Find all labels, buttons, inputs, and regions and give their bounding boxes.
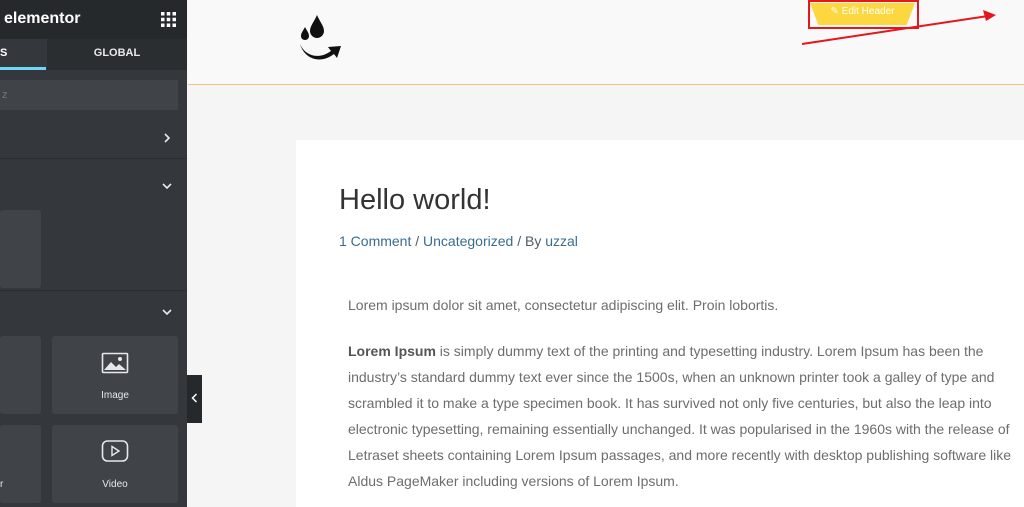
- category-row-basic[interactable]: [0, 294, 187, 330]
- active-tab-indicator: [0, 67, 46, 70]
- post-paragraph-2: Lorem Ipsum is simply dummy text of the …: [348, 338, 1024, 494]
- post-meta: 1 Comment / Uncategorized / By uzzal: [339, 233, 578, 249]
- widget-video[interactable]: Video: [52, 425, 178, 503]
- section-divider: [0, 158, 187, 159]
- tab-elements[interactable]: S: [0, 39, 46, 70]
- paragraph-body: is simply dummy text of the printing and…: [348, 343, 1012, 489]
- widget-image[interactable]: Image: [52, 336, 178, 414]
- category-row-collapsed[interactable]: [0, 120, 187, 156]
- tab-global[interactable]: GLOBAL: [47, 39, 187, 70]
- widget-search-input[interactable]: [0, 80, 178, 110]
- meta-separator-by: / By: [513, 233, 546, 249]
- chevron-left-icon: [191, 393, 198, 403]
- widget-video-label: Video: [102, 479, 128, 490]
- widget-card-partial[interactable]: [0, 336, 41, 414]
- post-article: Hello world! 1 Comment / Uncategorized /…: [296, 140, 1024, 507]
- paragraph-bold-lead: Lorem Ipsum: [348, 343, 436, 359]
- panel-header: elementor: [0, 0, 187, 39]
- site-logo-icon[interactable]: [297, 13, 347, 65]
- widget-card-partial[interactable]: [0, 210, 41, 288]
- widget-card-partial[interactable]: r: [0, 425, 41, 503]
- chevron-down-icon: [162, 309, 172, 316]
- elementor-logo: elementor: [4, 10, 81, 27]
- section-divider: [0, 290, 187, 291]
- chevron-down-icon: [162, 183, 172, 190]
- red-highlight-box: [808, 0, 919, 29]
- grid-menu-icon[interactable]: [160, 11, 177, 28]
- widget-image-label: Image: [101, 390, 129, 401]
- elementor-panel: elementor S GLOBAL z Image r Video: [0, 0, 187, 507]
- image-icon: [101, 352, 129, 374]
- category-link[interactable]: Uncategorized: [423, 233, 513, 249]
- comments-link[interactable]: 1 Comment: [339, 233, 411, 249]
- video-icon: [101, 440, 129, 462]
- post-title: Hello world!: [339, 184, 491, 216]
- category-row-expanded[interactable]: [0, 168, 187, 204]
- chevron-right-icon: [164, 133, 171, 143]
- tab-elements-label: S: [0, 47, 8, 59]
- author-link[interactable]: uzzal: [545, 233, 578, 249]
- widget-partial-label: r: [0, 479, 4, 490]
- site-header: ✎ Edit Header: [188, 0, 1024, 85]
- meta-separator: /: [411, 233, 424, 249]
- post-paragraph-1: Lorem ipsum dolor sit amet, consectetur …: [348, 297, 779, 313]
- panel-collapse-toggle[interactable]: [187, 375, 202, 423]
- panel-tabs: S GLOBAL: [0, 39, 187, 70]
